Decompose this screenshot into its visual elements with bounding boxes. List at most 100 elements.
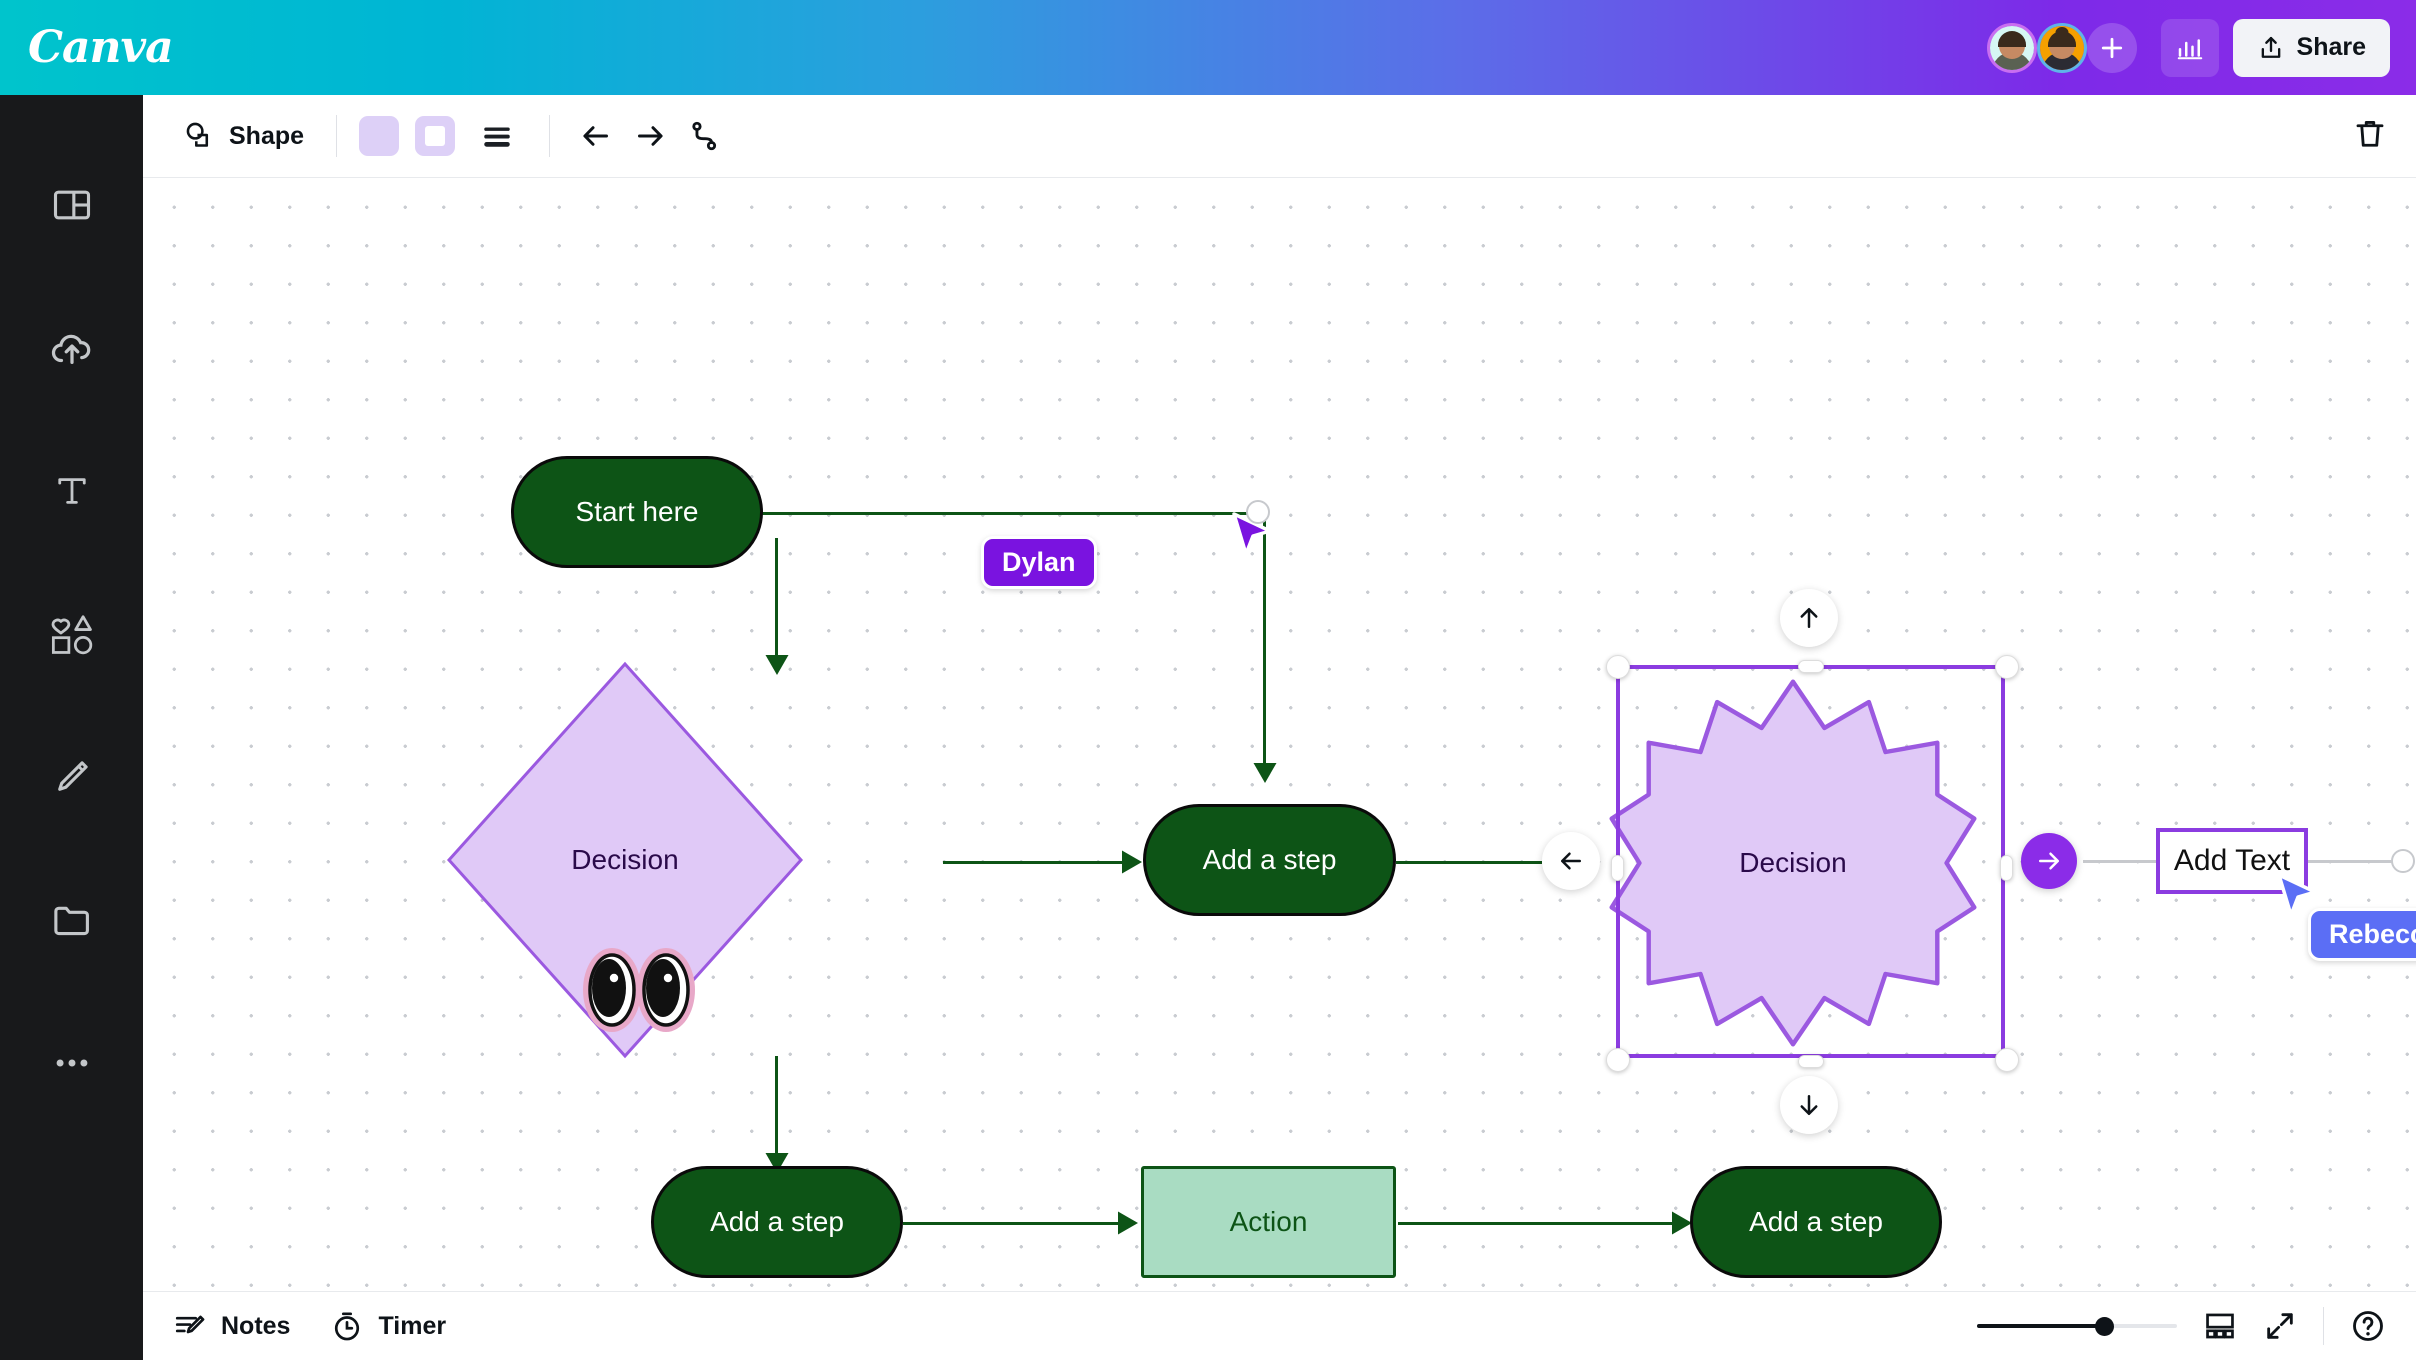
timer-button[interactable]: Timer <box>330 1309 446 1343</box>
sidebar-item-elements[interactable] <box>0 562 143 705</box>
zoom-slider-fill <box>1977 1324 2105 1328</box>
arrow-right-icon <box>2039 852 2059 870</box>
fill-color-swatch[interactable] <box>359 116 400 156</box>
connector-bottomstep-to-action[interactable] <box>903 1222 1123 1225</box>
connector-endpoint-handle[interactable] <box>2391 849 2415 873</box>
share-upload-icon <box>2261 36 2280 58</box>
notes-button[interactable]: Notes <box>173 1309 290 1343</box>
node-label: Action <box>1229 1206 1308 1237</box>
resize-handle-bottom-left[interactable] <box>1606 1048 1630 1072</box>
cursor-label-dylan: Dylan <box>981 536 1097 589</box>
eyes-emoji-sticker[interactable] <box>579 940 699 1040</box>
canva-logo[interactable]: Canva <box>28 22 174 73</box>
node-label: Add a step <box>1202 844 1337 875</box>
sidebar-item-uploads[interactable] <box>0 276 143 419</box>
notes-pencil-icon <box>175 1315 205 1334</box>
grid-view-button[interactable] <box>2203 1309 2237 1343</box>
arrow-down-icon <box>1800 1095 1818 1115</box>
arrowhead-right-to-addstep <box>1122 850 1142 874</box>
node-label: Add a step <box>710 1206 844 1237</box>
resize-handle-bottom[interactable] <box>1798 1055 1824 1068</box>
folder-icon <box>53 906 89 935</box>
add-node-right-button[interactable] <box>2021 833 2077 889</box>
plus-icon <box>2101 37 2122 58</box>
share-label: Share <box>2296 33 2366 61</box>
shape-icon <box>186 122 209 147</box>
avatar-collaborator-2[interactable] <box>2036 22 2087 73</box>
share-button[interactable]: Share <box>2232 18 2390 77</box>
sidebar-item-draw[interactable] <box>0 705 143 848</box>
help-circle-icon <box>2353 1311 2383 1341</box>
delete-button[interactable] <box>2352 116 2388 157</box>
header-actions: Share <box>1986 18 2390 77</box>
arrow-up-icon <box>1800 608 1818 628</box>
more-dots-icon <box>56 1059 87 1066</box>
cursor-label-rebecca: Rebecca <box>2308 908 2416 961</box>
add-node-up-button[interactable] <box>1780 589 1838 647</box>
connector-action-to-laststep[interactable] <box>1398 1222 1678 1225</box>
arrow-end-button[interactable] <box>626 112 674 160</box>
timer-icon <box>335 1312 360 1341</box>
arrowhead-down-to-addstep <box>1253 763 1277 783</box>
connector-handle-dylan[interactable] <box>1246 500 1270 524</box>
fullscreen-icon <box>2267 1313 2293 1339</box>
connector-addstep-to-star[interactable] <box>1396 861 1542 864</box>
resize-handle-top[interactable] <box>1798 660 1824 673</box>
border-inner <box>425 126 446 146</box>
arrowhead-right-to-laststep <box>1672 1211 1692 1235</box>
arrow-start-button[interactable] <box>572 112 620 160</box>
whiteboard-canvas[interactable]: Start here Decision Add a step Decision <box>143 178 2416 1291</box>
upload-cloud-icon <box>51 334 90 364</box>
resize-handle-top-right[interactable] <box>1995 655 2019 679</box>
line-weight-button[interactable] <box>473 112 521 160</box>
toolbar-divider <box>336 115 338 157</box>
connector-decision-to-addstep[interactable] <box>943 861 1129 864</box>
node-action[interactable]: Action <box>1141 1166 1396 1278</box>
node-label: Start here <box>575 496 699 527</box>
border-color-swatch[interactable] <box>415 116 456 156</box>
sidebar-item-projects[interactable] <box>0 848 143 991</box>
node-label: Add a step <box>1749 1206 1883 1237</box>
node-start-here[interactable]: Start here <box>511 456 763 568</box>
node-add-step-middle[interactable]: Add a step <box>1143 804 1396 916</box>
sidebar-item-design[interactable] <box>0 133 143 276</box>
text-t-icon <box>57 477 86 504</box>
shape-selector-button[interactable]: Shape <box>171 113 314 159</box>
sidebar-item-text[interactable] <box>0 419 143 562</box>
connector-start-to-elbow[interactable] <box>683 512 1266 515</box>
left-sidebar <box>0 95 143 1360</box>
design-layout-icon <box>53 190 90 219</box>
fullscreen-button[interactable] <box>2263 1309 2297 1343</box>
add-node-left-button[interactable] <box>1542 832 1600 890</box>
connector-decision-to-bottom[interactable] <box>775 1056 778 1156</box>
resize-handle-bottom-right[interactable] <box>1995 1048 2019 1072</box>
node-add-step-bottom-right[interactable]: Add a step <box>1690 1166 1942 1278</box>
help-button[interactable] <box>2350 1308 2386 1344</box>
bar-chart-icon <box>2177 38 2202 59</box>
connector-style-button[interactable] <box>680 112 728 160</box>
elements-shapes-icon <box>51 614 92 654</box>
zoom-slider[interactable] <box>1977 1316 2177 1336</box>
add-collaborator-button[interactable] <box>2086 22 2137 73</box>
pencil-draw-icon <box>57 760 88 791</box>
node-add-step-bottom-left[interactable]: Add a step <box>651 1166 903 1278</box>
elbow-connector-icon <box>692 121 717 151</box>
connector-gray-right[interactable] <box>2308 860 2398 863</box>
sidebar-item-apps[interactable] <box>0 991 143 1134</box>
shape-toolbar: Shape <box>143 95 2416 178</box>
resize-handle-left[interactable] <box>1611 855 1624 881</box>
resize-handle-top-left[interactable] <box>1606 655 1630 679</box>
toolbar-divider-2 <box>549 115 551 157</box>
bottom-divider <box>2323 1307 2324 1345</box>
app-header: Canva Share <box>0 0 2416 95</box>
zoom-slider-knob[interactable] <box>2095 1317 2114 1336</box>
canva-whiteboard-app: Canva Share Shape Start here Decision Ad… <box>0 0 2416 1360</box>
resize-handle-right[interactable] <box>2000 855 2013 881</box>
timer-label: Timer <box>378 1311 447 1340</box>
arrowhead-right-to-action <box>1118 1211 1138 1235</box>
add-node-down-button[interactable] <box>1780 1076 1838 1134</box>
arrow-right-icon <box>638 126 663 146</box>
avatar-collaborator-1[interactable] <box>1986 22 2037 73</box>
insights-button[interactable] <box>2160 18 2219 77</box>
connector-start-to-decision[interactable] <box>775 538 778 656</box>
